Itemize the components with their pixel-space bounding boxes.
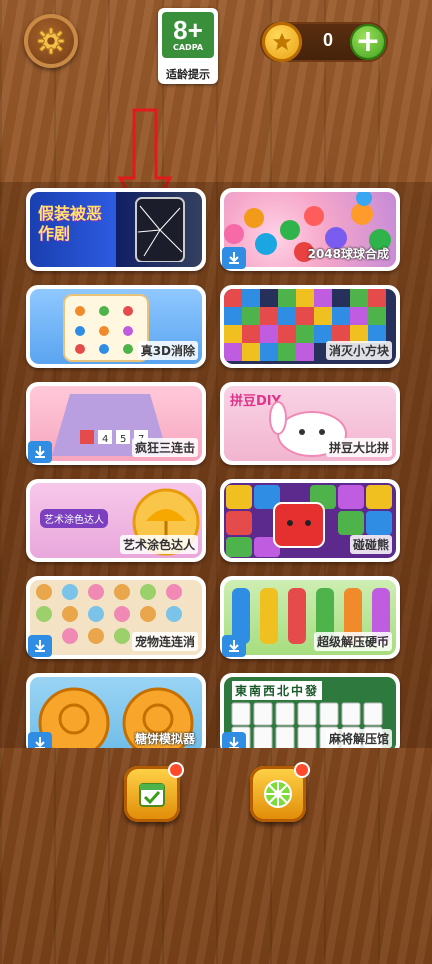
age-rating-badge[interactable]: 8+ CADPA 适龄提示 <box>158 8 218 84</box>
age-rating-org: CADPA <box>172 43 204 52</box>
age-rating-box: 8+ CADPA <box>162 12 214 58</box>
download-badge <box>222 732 246 748</box>
coin-balance: 0 + <box>260 22 388 62</box>
download-badge <box>222 247 246 269</box>
download-badge <box>28 441 52 463</box>
lucky-wheel-button[interactable] <box>250 762 310 822</box>
game-title: 碰碰熊 <box>349 535 392 554</box>
game-list[interactable]: 假装被恶作剧 2048球球合成 真3D消除 消灭小方块 4 5 疯狂三连击 拼豆… <box>0 182 432 748</box>
settings-button[interactable] <box>24 14 78 68</box>
notification-dot <box>294 762 310 778</box>
plus-icon: + <box>355 24 381 59</box>
game-title: 2048球球合成 <box>307 247 389 261</box>
game-card-coin-stack[interactable]: 超级解压硬币 <box>220 576 400 659</box>
coin-count: 0 <box>322 30 333 50</box>
bottom-bar <box>0 748 432 964</box>
wheel-icon <box>264 780 292 808</box>
game-title: 真3D消除 <box>137 341 198 360</box>
game-card-2048-balls[interactable]: 2048球球合成 <box>220 188 400 271</box>
game-card-bump-bears[interactable]: 碰碰熊 <box>220 479 400 562</box>
top-bar: 8+ CADPA 适龄提示 0 + <box>0 0 432 226</box>
game-title: 艺术涂色达人 <box>119 535 198 554</box>
download-icon <box>229 252 239 264</box>
game-card-prank[interactable]: 假装被恶作剧 <box>26 188 206 271</box>
add-coins-button[interactable]: + <box>350 24 386 60</box>
svg-text:5: 5 <box>120 434 126 445</box>
game-title: 宠物连连消 <box>131 632 198 651</box>
cracked-phone-icon <box>135 197 185 262</box>
download-badge <box>222 635 246 657</box>
thumbnail-title: 假装被恶作剧 <box>38 204 103 243</box>
age-rating-number: 8+ <box>173 15 203 45</box>
thumbnail-title: 東南西北中發 <box>232 681 323 700</box>
game-card-mahjong[interactable]: 東南西北中發 麻将解压馆 <box>220 673 400 748</box>
game-card-pop-blocks[interactable]: 消灭小方块 <box>220 285 400 368</box>
game-card-candy-cookie[interactable]: 糖饼模拟器 <box>26 673 206 748</box>
game-title: 疯狂三连击 <box>131 438 198 457</box>
download-badge <box>28 635 52 657</box>
coin-icon <box>262 22 302 62</box>
game-card-triple-combo[interactable]: 457 疯狂三连击 <box>26 382 206 465</box>
download-icon <box>35 640 45 652</box>
gear-icon <box>37 27 65 55</box>
game-title: 超级解压硬币 <box>313 632 392 651</box>
game-title: 麻将解压馆 <box>325 729 392 748</box>
game-card-bead-art[interactable]: 拼豆DIY 拼豆大比拼 <box>220 382 400 465</box>
download-icon <box>35 446 45 458</box>
age-rating-hint: 适龄提示 <box>166 68 210 81</box>
download-icon <box>35 737 45 748</box>
thumbnail-title: 艺术涂色达人 <box>40 509 108 528</box>
game-card-coloring[interactable]: 艺术涂色达人 艺术涂色达人 <box>26 479 206 562</box>
calendar-check-icon <box>139 783 165 807</box>
download-icon <box>229 640 239 652</box>
download-badge <box>28 732 52 748</box>
game-title: 拼豆大比拼 <box>325 438 392 457</box>
svg-text:4: 4 <box>102 434 108 445</box>
daily-tasks-button[interactable] <box>124 762 184 822</box>
game-title: 消灭小方块 <box>325 341 392 360</box>
game-thumbnail: 假装被恶作剧 <box>30 192 202 267</box>
game-card-pet-link[interactable]: 宠物连连消 <box>26 576 206 659</box>
notification-dot <box>168 762 184 778</box>
download-icon <box>229 737 239 748</box>
game-title: 糖饼模拟器 <box>134 732 195 746</box>
game-card-3d-match[interactable]: 真3D消除 <box>26 285 206 368</box>
